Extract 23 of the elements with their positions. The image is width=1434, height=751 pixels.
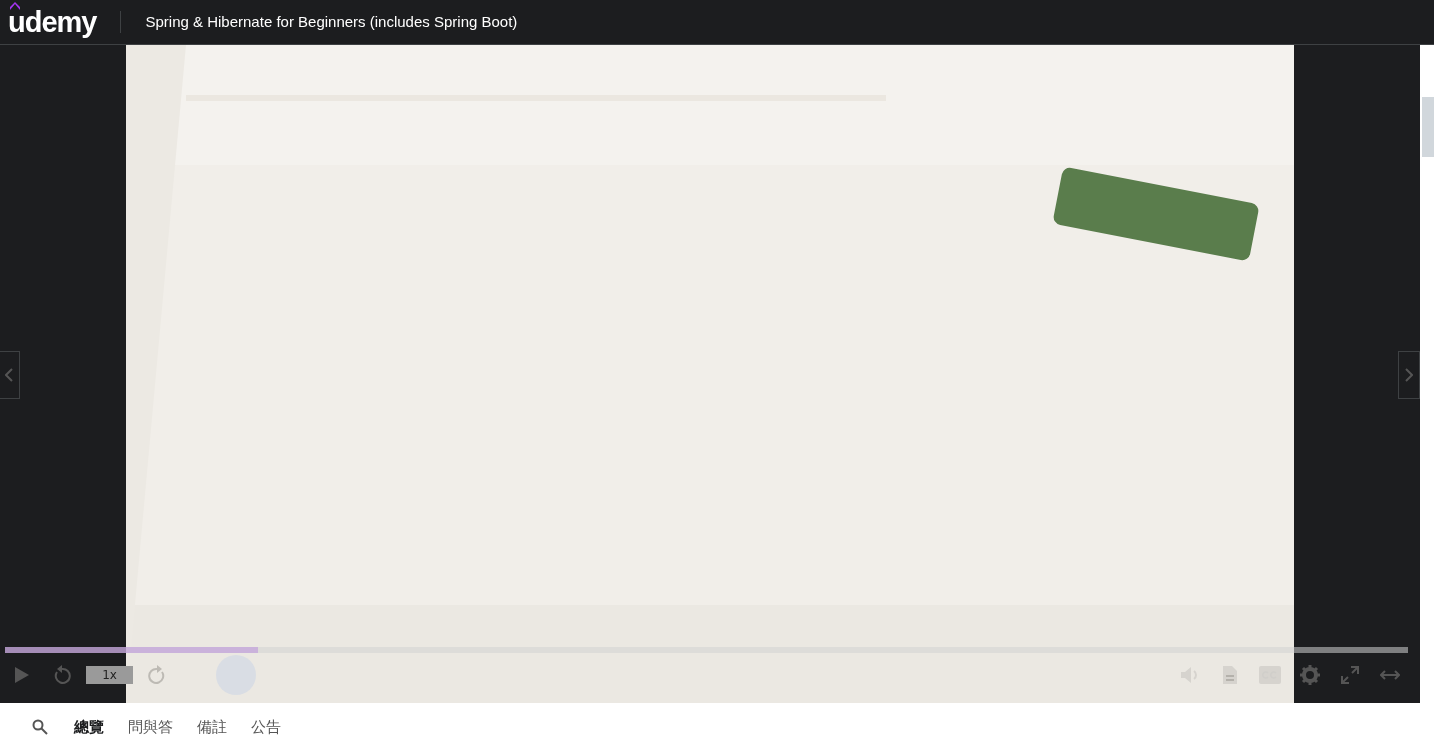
tab[interactable]: 公告	[251, 715, 281, 739]
document-icon	[1222, 665, 1238, 685]
expand-icon	[1380, 670, 1400, 680]
tab[interactable]: 總覽	[74, 715, 104, 739]
tab[interactable]: 備註	[197, 715, 227, 739]
captions-icon	[1259, 666, 1281, 684]
logo-icon	[9, 2, 21, 10]
chevron-left-icon	[5, 368, 13, 382]
speed-button[interactable]: 1x	[86, 666, 133, 684]
scrollbar-thumb[interactable]	[1422, 97, 1434, 157]
tab[interactable]: 問與答	[128, 715, 173, 739]
previous-button[interactable]	[0, 351, 20, 399]
search-icon	[32, 719, 48, 735]
logo[interactable]: udemy	[8, 7, 97, 37]
forward-icon	[148, 665, 166, 685]
rewind-icon	[53, 665, 71, 685]
progress-bar[interactable]	[5, 647, 1408, 653]
settings-icon	[1300, 665, 1320, 685]
play-icon	[14, 666, 30, 684]
fullscreen-icon	[1341, 666, 1359, 684]
course-title: Spring & Hibernate for Beginners (includes Spring Boot)	[145, 11, 518, 32]
next-button[interactable]	[1398, 351, 1420, 399]
chevron-right-icon	[1405, 368, 1413, 382]
